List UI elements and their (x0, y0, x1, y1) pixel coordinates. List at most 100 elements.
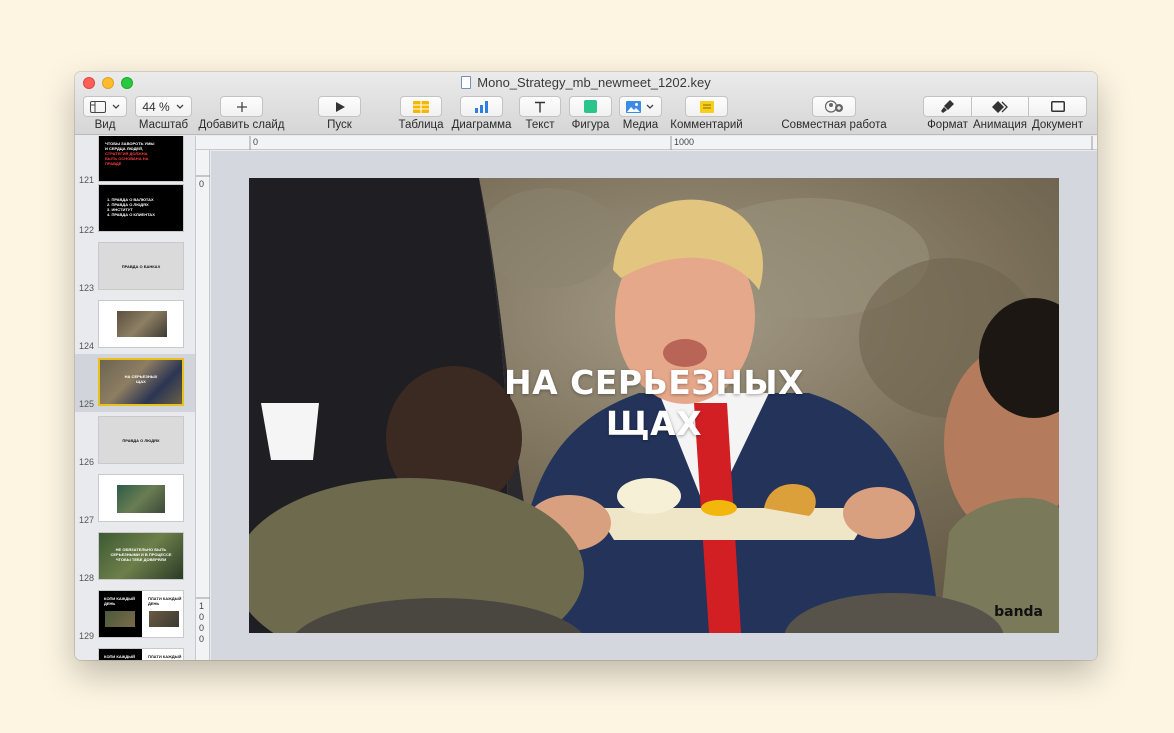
slide-thumbnail-123[interactable]: ПРАВДА О БАНКАХ 123 (75, 238, 195, 296)
slide-thumb-photo (149, 611, 179, 627)
document-icon (1050, 101, 1065, 112)
slide-thumb-image: ЧТОБЫ ЗАВОРОТЬ УМЫ И СЕРДЦА ЛЮДЕЙ, СТРАТ… (98, 136, 184, 182)
window-title: Mono_Strategy_mb_newmeet_1202.key (75, 75, 1097, 90)
plus-icon (236, 101, 247, 112)
shape-button[interactable] (569, 96, 612, 117)
play-label: Пуск (327, 119, 352, 131)
shape-label: Фигура (571, 119, 610, 131)
shape-icon (584, 100, 597, 113)
slide-thumb-image: 1. ПРАВДА О ВАЛЮТАХ 2. ПРАВДА О ЛЮДЯХ 3.… (98, 184, 184, 232)
slide-thumb-photo (117, 485, 165, 513)
collaborate-icon (824, 100, 843, 113)
slide-thumb-line: ПРАВДЕ (105, 161, 122, 166)
slide-thumb-image: КОПИ КАЖДЫЙ ПЛАТИ КАЖДЫЙ (98, 648, 184, 660)
slide-thumb-image (98, 474, 184, 522)
slide-thumbnail-122[interactable]: 1. ПРАВДА О ВАЛЮТАХ 2. ПРАВДА О ЛЮДЯХ 3.… (75, 180, 195, 238)
comment-button[interactable] (685, 96, 728, 117)
slide-thumbnail-130[interactable]: КОПИ КАЖДЫЙ ПЛАТИ КАЖДЫЙ (75, 644, 195, 660)
document-button[interactable] (1028, 96, 1087, 117)
comment-label: Комментарий (670, 119, 743, 131)
slide-thumb-image (98, 300, 184, 348)
ruler-1000-digit: 0 (199, 612, 205, 622)
vertical-ruler[interactable]: 0 1 0 0 0 (196, 150, 210, 660)
animate-icon (992, 100, 1008, 113)
zoom-value: 44 % (142, 99, 170, 114)
ruler-1000: 1000 (674, 137, 695, 147)
ruler-1000-digit: 0 (199, 623, 205, 633)
slide-thumb-line: ЩАХ (136, 379, 146, 384)
slide-thumbnail-127[interactable]: 127 (75, 470, 195, 528)
slide-thumb-image: ПРАВДА О БАНКАХ (98, 242, 184, 290)
slide-number: 128 (79, 573, 95, 583)
chevron-down-icon (112, 104, 119, 109)
add-slide-button[interactable] (220, 96, 263, 117)
slide-navigator[interactable]: ЧТОБЫ ЗАВОРОТЬ УМЫ И СЕРДЦА ЛЮДЕЙ, СТРАТ… (75, 136, 196, 660)
slide-title-line: ЩАХ (605, 404, 703, 443)
animate-button[interactable] (971, 96, 1029, 117)
slide-thumb-line: ЧТОБЫ ТЕБЕ ДОВЕРЯЛИ (115, 557, 167, 562)
view-label: Вид (94, 119, 116, 131)
slide-thumb-line: ДЕНЬ (104, 601, 116, 606)
slide-number: 129 (79, 631, 95, 641)
table-label: Таблица (398, 119, 444, 131)
zoom-select[interactable]: 44 % (135, 96, 192, 117)
media-button[interactable] (619, 96, 662, 117)
ruler-1000-digit: 0 (199, 634, 205, 644)
ruler-zero: 0 (253, 137, 259, 147)
text-label: Текст (525, 119, 555, 131)
zoom-label: Масштаб (138, 119, 189, 131)
ruler-ticks (249, 136, 1093, 150)
slide-number: 124 (79, 341, 95, 351)
slide-number: 126 (79, 457, 95, 467)
media-label: Медиа (622, 119, 659, 131)
document-label: Документ (1031, 119, 1083, 131)
collaborate-label: Совместная работа (781, 119, 887, 131)
slide-thumb-image: НА СЕРЬЕЗНЫХ ЩАХ (98, 358, 184, 406)
slide-title[interactable]: НА СЕРЬЕЗНЫХ ЩАХ (249, 362, 1059, 444)
text-icon (535, 101, 545, 112)
slide-thumb-line: ПЛАТИ КАЖДЫЙ (148, 654, 182, 659)
view-button[interactable] (83, 96, 127, 117)
keynote-window: Mono_Strategy_mb_newmeet_1202.key Вид 44… (75, 72, 1097, 660)
slide-thumb-photo (105, 611, 135, 627)
slide-thumb-image: КОПИ КАЖДЫЙ ДЕНЬ ПЛАТИ КАЖДЫЙ ДЕНЬ (98, 590, 184, 638)
slide-number: 122 (79, 225, 95, 235)
slide-thumbnail-124[interactable]: 124 (75, 296, 195, 354)
slide-thumbnail-128[interactable]: НЕ ОБЯЗАТЕЛЬНО БЫТЬ СЕРЬЕЗНЫМИ И В ПРОЦЕ… (75, 528, 195, 586)
format-button[interactable] (923, 96, 972, 117)
slide-thumb-line: ПРАВДА О ЛЮДЯХ (122, 438, 160, 443)
ruler-zero: 0 (199, 179, 205, 189)
slide-thumb-line: ПРАВДА О БАНКАХ (121, 264, 161, 269)
slide-thumb-line: 4. ПРАВДА О КЛИЕНТАХ (107, 212, 155, 217)
collaborate-button[interactable] (812, 96, 856, 117)
ruler-ticks (196, 175, 210, 599)
slide-thumbnail-125[interactable]: НА СЕРЬЕЗНЫХ ЩАХ 125 (75, 354, 195, 412)
media-icon (626, 100, 641, 113)
slide-title-line: НА СЕРЬЕЗНЫХ (504, 363, 804, 402)
chevron-down-icon (176, 104, 184, 109)
slide-number: 127 (79, 515, 95, 525)
slide-number: 123 (79, 283, 95, 293)
horizontal-ruler[interactable]: 0 1000 (196, 136, 1097, 150)
window-title-text: Mono_Strategy_mb_newmeet_1202.key (477, 75, 711, 90)
slide-canvas[interactable]: НА СЕРЬЕЗНЫХ ЩАХ banda (211, 151, 1097, 660)
add-slide-label: Добавить слайд (198, 119, 285, 131)
chart-icon (474, 100, 488, 113)
slide-thumbnail-126[interactable]: ПРАВДА О ЛЮДЯХ 126 (75, 412, 195, 470)
slide-number: 125 (79, 399, 95, 409)
table-icon (413, 100, 429, 113)
table-button[interactable] (400, 96, 442, 117)
slide-thumbnail-129[interactable]: КОПИ КАЖДЫЙ ДЕНЬ ПЛАТИ КАЖДЫЙ ДЕНЬ 129 (75, 586, 195, 644)
ruler-1000-digit: 1 (199, 601, 205, 611)
slide-thumb-image: НЕ ОБЯЗАТЕЛЬНО БЫТЬ СЕРЬЕЗНЫМИ И В ПРОЦЕ… (98, 532, 184, 580)
keynote-file-icon (461, 76, 472, 89)
play-button[interactable] (318, 96, 361, 117)
current-slide[interactable]: НА СЕРЬЕЗНЫХ ЩАХ banda (249, 178, 1059, 633)
titlebar: Mono_Strategy_mb_newmeet_1202.key Вид 44… (75, 72, 1097, 135)
animate-label: Анимация (973, 119, 1027, 131)
chevron-down-icon (646, 104, 654, 109)
format-label: Формат (927, 119, 968, 131)
slide-thumb-line: ДЕНЬ (148, 601, 160, 606)
chart-button[interactable] (460, 96, 503, 117)
text-button[interactable] (519, 96, 561, 117)
